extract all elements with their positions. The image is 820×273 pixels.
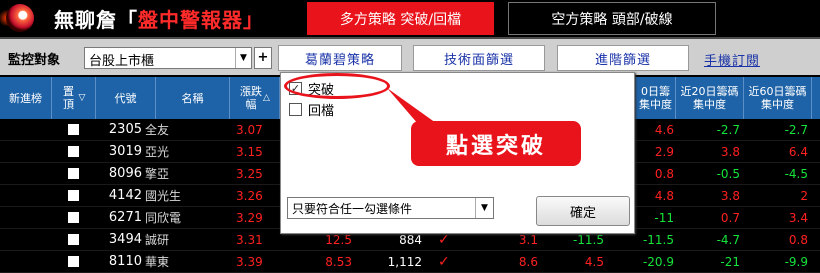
toolbar: 監控對象 台股上市櫃 ▼ + 葛蘭碧策略 技術面篩選 進階篩選 手機訂閱 [0,37,820,75]
app-title: 無聊詹「盤中警報器」 [54,8,264,32]
highlight-ellipse [284,73,390,99]
table-row[interactable]: 8110 華東 3.39 8.53 1,112 ✓ 8.6 4.5 -20.9 … [0,251,820,273]
col-more [812,77,820,119]
tab-bear-strategy[interactable]: 空方策略 頭部/破線 [508,2,716,35]
mobile-subscribe-link[interactable]: 手機訂閱 [704,50,760,69]
check-icon: ✓ [438,254,450,270]
advanced-filter-button[interactable]: 進階篩選 [557,45,689,71]
pin-checkbox[interactable] [68,234,79,245]
app-header: 無聊詹「盤中警報器」 多方策略 突破/回檔 空方策略 頭部/破線 [0,0,820,37]
pullback-checkbox[interactable] [289,103,302,116]
sort-icon: ▽ [78,92,86,103]
sort-icon: △ [263,92,270,103]
option-pullback[interactable]: 回檔 [289,100,334,119]
col-chip-60[interactable]: 近60日籌碼集中度 [744,77,812,119]
col-pin[interactable]: 置頂 ▽ [52,77,96,119]
monitor-label: 監控對象 [8,53,61,68]
pin-checkbox[interactable] [68,256,79,267]
pin-checkbox[interactable] [68,124,79,135]
alarm-logo-icon [6,4,34,32]
col-change[interactable]: 漲跌幅 △ [230,77,280,119]
col-chip-10[interactable]: 0日籌集中度 [636,77,676,119]
confirm-button[interactable]: 確定 [536,196,630,226]
pin-checkbox[interactable] [68,212,79,223]
pin-checkbox[interactable] [68,190,79,201]
col-chip-20[interactable]: 近20日籌碼集中度 [676,77,744,119]
monitor-select[interactable]: 台股上市櫃 ▼ [84,47,252,69]
match-condition-select[interactable]: 只要符合任一勾選條件 ▼ [287,197,494,219]
chevron-down-icon[interactable]: ▼ [475,198,493,218]
pin-checkbox[interactable] [68,146,79,157]
col-name[interactable]: 名稱 [156,77,230,119]
col-new-in[interactable]: 新進榜 [0,77,52,119]
callout-label: 點選突破 [411,121,581,166]
col-code[interactable]: 代號 [96,77,156,119]
tab-bull-strategy[interactable]: 多方策略 突破/回檔 [307,2,494,35]
technical-filter-button[interactable]: 技術面篩選 [413,45,545,71]
chevron-down-icon[interactable]: ▼ [235,48,251,68]
pin-checkbox[interactable] [68,168,79,179]
add-button[interactable]: + [254,47,272,69]
strategy-button[interactable]: 葛蘭碧策略 [278,45,402,71]
